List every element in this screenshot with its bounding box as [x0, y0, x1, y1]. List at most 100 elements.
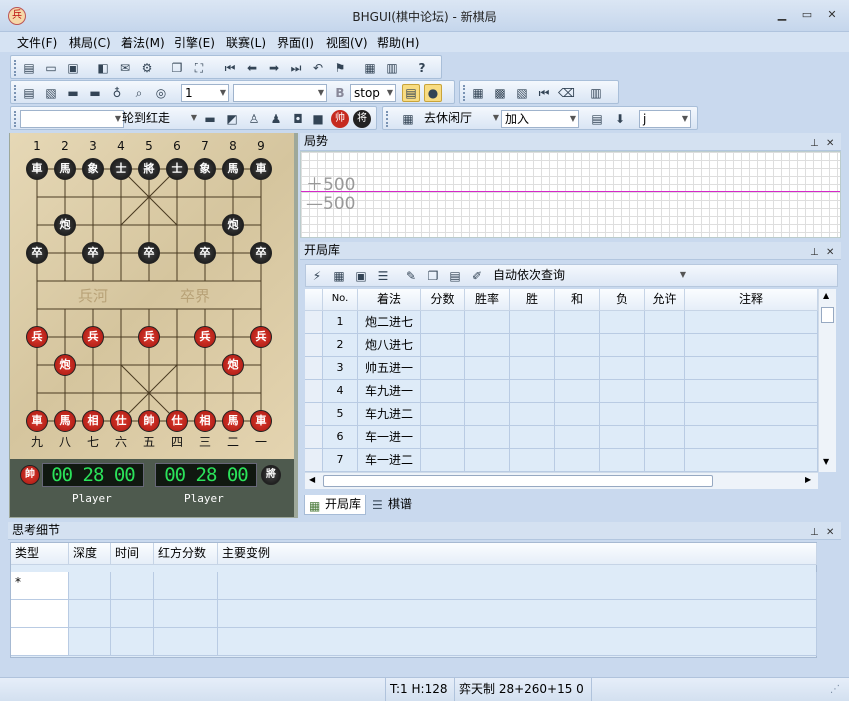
scroll-left-icon[interactable]: ◀	[309, 475, 315, 484]
new-icon[interactable]: ▤	[20, 59, 38, 77]
col-header-move[interactable]: 着法	[358, 289, 421, 311]
lightning-icon[interactable]: ⚡	[308, 267, 326, 285]
black-soldier[interactable]: 卒	[250, 242, 272, 264]
black-general[interactable]: 將	[138, 158, 160, 180]
scroll-up-icon[interactable]: ▲	[823, 291, 829, 300]
table-row[interactable]: 3 帅五进一	[305, 357, 818, 380]
col-header-comment[interactable]: 注释	[685, 289, 818, 311]
person-icon[interactable]: ♟	[267, 110, 285, 128]
black-advisor[interactable]: 士	[166, 158, 188, 180]
col-header-type[interactable]: 类型	[11, 543, 69, 565]
col-header-time[interactable]: 时间	[111, 543, 154, 565]
col-header-main-line[interactable]: 主要变例	[218, 543, 817, 565]
scroll-right-icon[interactable]: ▶	[805, 475, 811, 484]
maximize-button[interactable]: ▭	[795, 6, 819, 24]
window-icon[interactable]: ▦	[361, 59, 379, 77]
close-icon[interactable]: ✕	[826, 524, 834, 541]
engine-red-icon[interactable]: ▤	[402, 84, 420, 102]
red-soldier[interactable]: 兵	[250, 326, 272, 348]
copy-icon[interactable]: ❐	[168, 59, 186, 77]
target-icon[interactable]: ◎	[152, 84, 170, 102]
close-icon[interactable]: ✕	[826, 135, 834, 152]
black-horse[interactable]: 馬	[54, 158, 76, 180]
toolbar-grip[interactable]	[14, 85, 16, 101]
black-elephant[interactable]: 象	[194, 158, 216, 180]
first-move-icon[interactable]: ⏮	[221, 59, 239, 77]
minimize-button[interactable]: ▁	[770, 6, 794, 24]
row-selector[interactable]	[305, 403, 323, 426]
red-king[interactable]: 帥	[138, 410, 160, 432]
hint-icon[interactable]: ♁	[108, 84, 126, 102]
row-selector[interactable]	[305, 426, 323, 449]
tab-game-record[interactable]: ☰ 棋谱	[368, 495, 416, 515]
forward-icon[interactable]: ➡	[265, 59, 283, 77]
grid-icon[interactable]: ▦	[469, 84, 487, 102]
hall-icon[interactable]: ▦	[399, 110, 417, 128]
menu-file[interactable]: 文件(F)	[17, 34, 57, 51]
help-icon[interactable]: ?	[413, 59, 431, 77]
lock-icon[interactable]: ▣	[352, 267, 370, 285]
table-row[interactable]: 4 车九进一	[305, 380, 818, 403]
hscroll-thumb[interactable]	[323, 475, 713, 487]
close-icon[interactable]: ✕	[826, 244, 834, 261]
red-soldier[interactable]: 兵	[138, 326, 160, 348]
col-header-red-score[interactable]: 红方分数	[154, 543, 218, 565]
pin-icon[interactable]: ⊥	[810, 524, 819, 541]
flag-icon[interactable]: ⚑	[331, 59, 349, 77]
add-board-icon[interactable]: ▧	[513, 84, 531, 102]
save-icon[interactable]: ▣	[64, 59, 82, 77]
row-selector[interactable]	[305, 380, 323, 403]
black-horse[interactable]: 馬	[222, 158, 244, 180]
col-header-loss[interactable]: 负	[600, 289, 645, 311]
toolbar-grip[interactable]	[14, 60, 16, 76]
red-advisor[interactable]: 仕	[166, 410, 188, 432]
rewind-icon[interactable]: ⏮	[535, 84, 553, 102]
col-header-allow[interactable]: 允许	[645, 289, 685, 311]
screen-icon[interactable]: ◩	[223, 110, 241, 128]
scroll-thumb[interactable]	[821, 307, 834, 323]
table-row[interactable]: 1 炮二进七	[305, 311, 818, 334]
shield-icon[interactable]: ◘	[289, 110, 307, 128]
col-header-winrate[interactable]: 胜率	[465, 289, 510, 311]
row-selector[interactable]	[305, 334, 323, 357]
search-icon[interactable]: ⌕	[130, 84, 148, 102]
row-selector[interactable]	[305, 311, 323, 334]
edit-icon[interactable]: ✎	[402, 267, 420, 285]
red-cannon[interactable]: 炮	[54, 354, 76, 376]
red-chariot[interactable]: 車	[250, 410, 272, 432]
pin-icon[interactable]: ⊥	[810, 135, 819, 152]
menu-game[interactable]: 棋局(C)	[69, 34, 111, 51]
square-icon[interactable]: ■	[309, 110, 327, 128]
red-horse[interactable]: 馬	[222, 410, 244, 432]
import-icon[interactable]: ❐	[424, 267, 442, 285]
table-row[interactable]: 2 炮八进七	[305, 334, 818, 357]
query-mode-select[interactable]: 自动依次查询 ▼	[490, 267, 688, 285]
black-soldier[interactable]: 卒	[138, 242, 160, 264]
columns-icon[interactable]: ▥	[587, 84, 605, 102]
black-chariot[interactable]: 車	[26, 158, 48, 180]
join-select[interactable]: 加入 ▼	[501, 110, 579, 128]
computer-icon[interactable]: ▬	[86, 84, 104, 102]
col-header-score[interactable]: 分数	[421, 289, 465, 311]
col-header-depth[interactable]: 深度	[69, 543, 111, 565]
col-header-no[interactable]: No.	[323, 289, 358, 311]
close-button[interactable]: ✕	[820, 6, 844, 24]
red-elephant[interactable]: 相	[82, 410, 104, 432]
table-row[interactable]: *	[11, 572, 817, 600]
resize-grip-icon[interactable]: ⋰	[830, 684, 840, 695]
level-select[interactable]: 1 ▼	[181, 84, 229, 102]
open-icon[interactable]: ▭	[42, 59, 60, 77]
stop-select[interactable]: stop ▼	[350, 84, 396, 102]
select-icon[interactable]: ⛶	[190, 59, 208, 77]
misc-select[interactable]: j ▼	[639, 110, 691, 128]
download-icon[interactable]: ⬇	[611, 110, 629, 128]
red-horse[interactable]: 馬	[54, 410, 76, 432]
black-soldier[interactable]: 卒	[82, 242, 104, 264]
undo-icon[interactable]: ↶	[309, 59, 327, 77]
toolbar-grip[interactable]	[14, 111, 16, 127]
row-selector[interactable]	[305, 357, 323, 380]
table-row[interactable]: 6 车一进一	[305, 426, 818, 449]
tab-opening-book[interactable]: ▦ 开局库	[304, 495, 367, 515]
engine-black-icon[interactable]: ●	[424, 84, 442, 102]
red-cannon[interactable]: 炮	[222, 354, 244, 376]
